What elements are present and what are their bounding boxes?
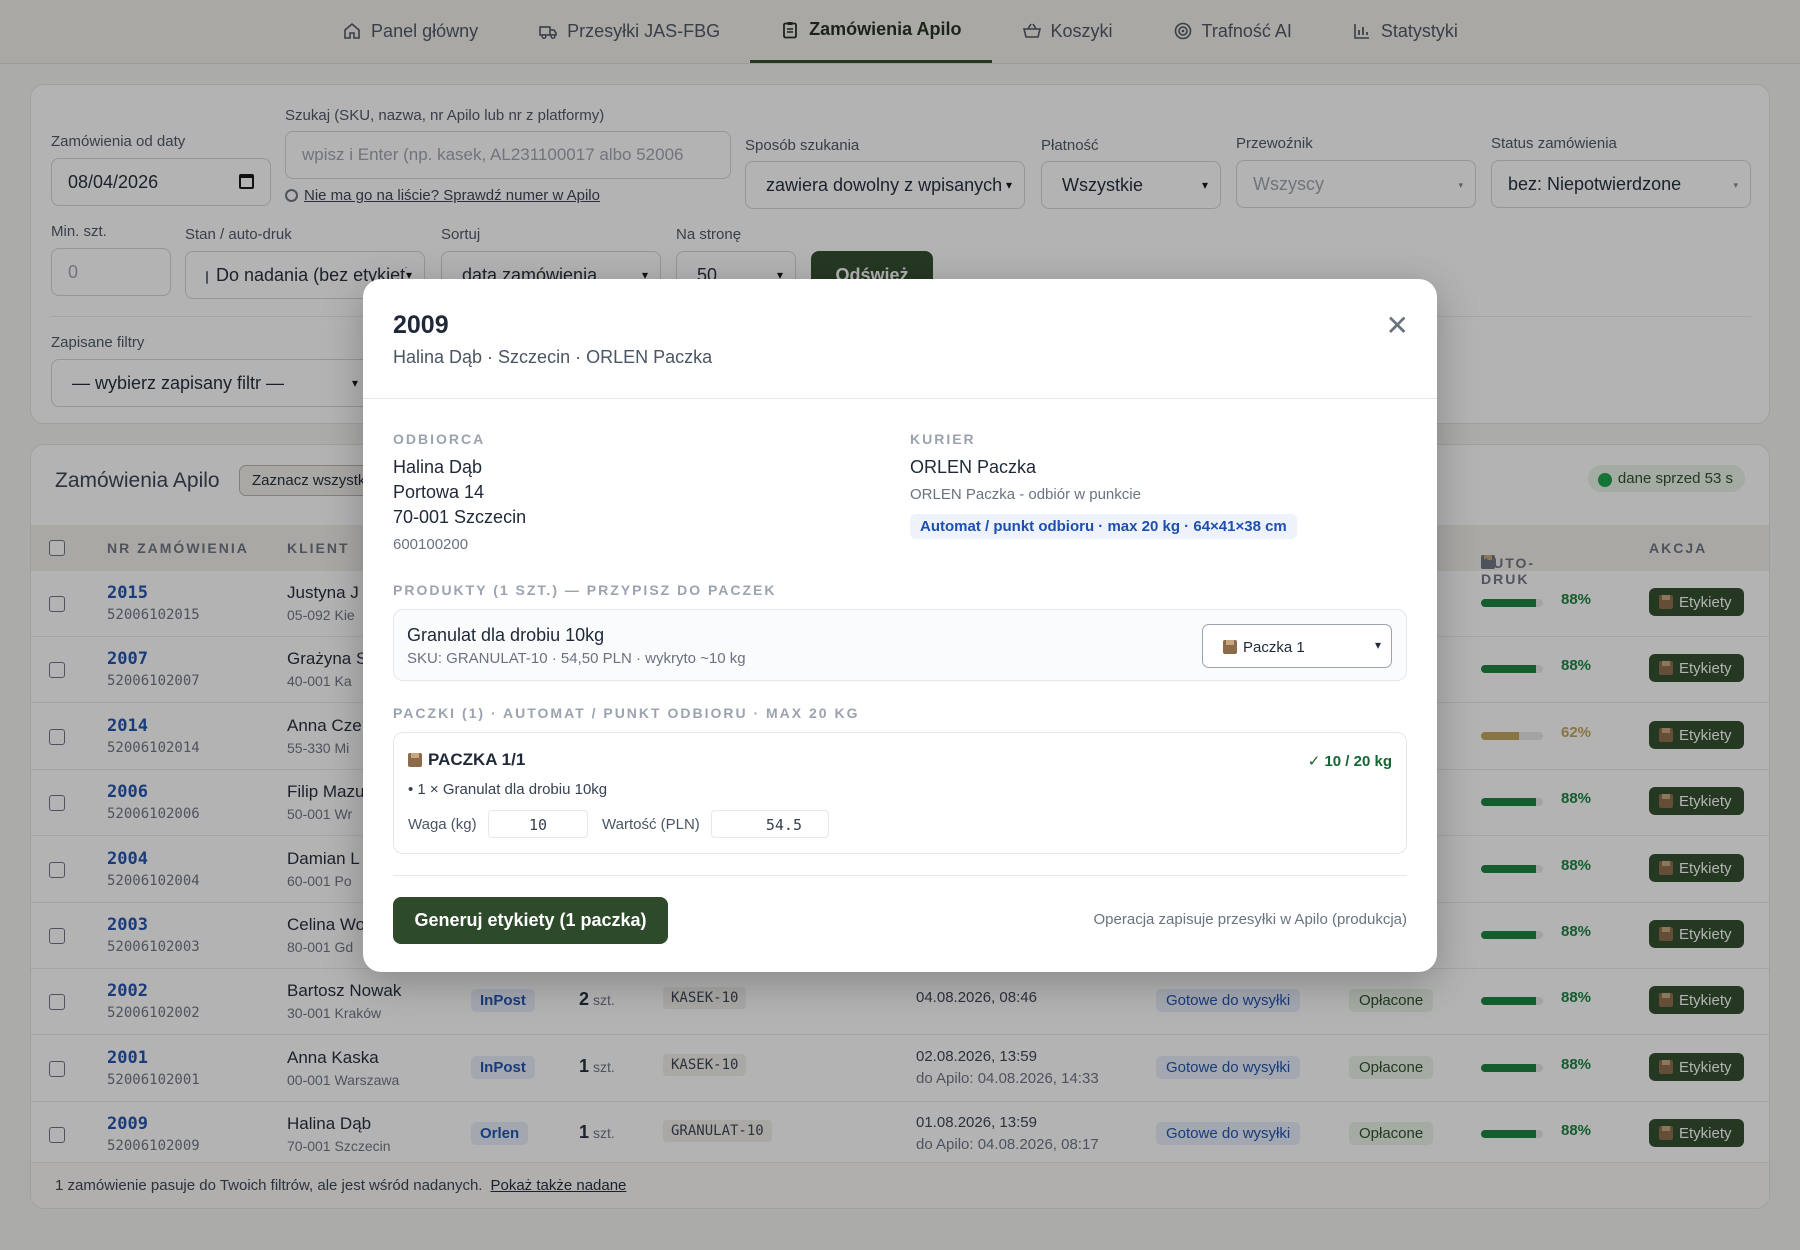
weight-input[interactable]: 10	[488, 810, 588, 838]
package-assign-value: Paczka 1	[1243, 639, 1305, 656]
package-weight-status: ✓ 10 / 20 kg	[1307, 753, 1392, 770]
weight-label: Waga (kg)	[408, 816, 477, 833]
close-icon[interactable]: ✕	[1386, 309, 1409, 342]
product-row: Granulat dla drobiu 10kg SKU: GRANULAT-1…	[393, 609, 1407, 681]
recipient-phone: 600100200	[393, 536, 469, 553]
generate-labels-button[interactable]: Generuj etykiety (1 paczka)	[393, 897, 668, 944]
product-meta: SKU: GRANULAT-10 · 54,50 PLN · wykryto ~…	[407, 650, 746, 667]
recipient-street: Portowa 14	[393, 482, 485, 502]
recipient-city: 70-001 Szczecin	[393, 507, 527, 527]
courier-section-label: KURIER	[910, 431, 976, 447]
recipient-section-label: ODBIORCA	[393, 431, 486, 447]
value-input[interactable]: 54.5	[711, 810, 829, 838]
order-modal: 2009 Halina Dąb · Szczecin · ORLEN Paczk…	[363, 279, 1437, 972]
recipient-name: Halina Dąb	[393, 457, 483, 477]
package-assign-select[interactable]: Paczka 1 ▾	[1202, 624, 1392, 668]
divider	[393, 875, 1407, 876]
package-card: PACZKA 1/1 ✓ 10 / 20 kg • 1 × Granulat d…	[393, 732, 1407, 854]
modal-subtitle: Halina Dąb · Szczecin · ORLEN Paczka	[393, 347, 713, 367]
package-item: • 1 × Granulat dla drobiu 10kg	[408, 781, 608, 798]
packages-section-label: PACZKI (1) · AUTOMAT / PUNKT ODBIORU · M…	[393, 705, 860, 721]
courier-service: ORLEN Paczka - odbiór w punkcie	[910, 486, 1141, 503]
divider	[363, 398, 1437, 399]
value-label: Wartość (PLN)	[602, 816, 700, 833]
chevron-down-icon: ▾	[1374, 638, 1381, 652]
package-title-text: PACZKA 1/1	[428, 750, 526, 769]
modal-title: 2009	[393, 311, 449, 339]
products-section-label: PRODUKTY (1 SZT.) — PRZYPISZ DO PACZEK	[393, 582, 777, 598]
product-name: Granulat dla drobiu 10kg	[407, 625, 605, 645]
package-icon	[1223, 640, 1237, 654]
courier-constraints-tag: Automat / punkt odbioru · max 20 kg · 64…	[910, 514, 1297, 539]
modal-note: Operacja zapisuje przesyłki w Apilo (pro…	[1093, 911, 1407, 928]
courier-name: ORLEN Paczka	[910, 457, 1037, 477]
package-title: PACZKA 1/1	[408, 750, 525, 770]
package-icon	[408, 753, 422, 767]
